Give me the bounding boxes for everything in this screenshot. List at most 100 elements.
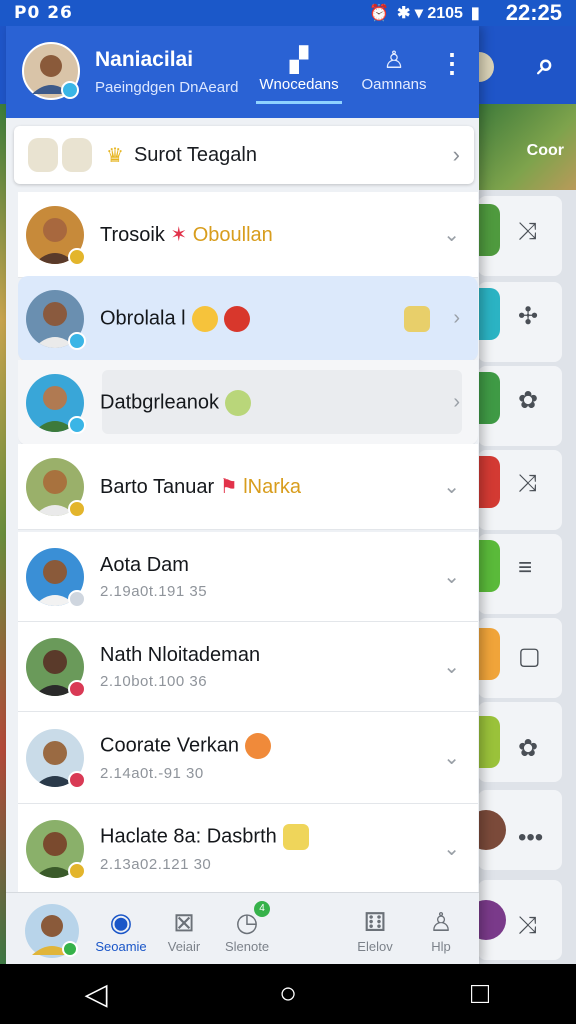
status-badge	[68, 331, 86, 350]
crown-icon: ♛	[106, 144, 124, 167]
dice-icon: ⚅	[363, 907, 387, 937]
status-time: 22:25	[505, 0, 562, 25]
contact-row[interactable]: Nath Nloitademan 2.10bot.100 36 ⌄	[18, 622, 478, 712]
battery-icon: ▮	[470, 5, 480, 22]
apple-emoji-icon	[223, 305, 250, 332]
profile-avatar[interactable]	[22, 42, 80, 100]
gamepad-icon[interactable]: ✣	[518, 302, 538, 331]
signal-indicators: ✱ ▾ 2105	[396, 5, 463, 22]
search-icon[interactable]: ⌕	[537, 48, 554, 82]
back-icon[interactable]: ◁	[66, 977, 126, 1012]
smile-emoji-icon	[244, 733, 271, 759]
star-icon: ✶	[170, 224, 188, 246]
contact-row[interactable]: Coorate Verkan 2.14a0t.-91 30 ⌄	[18, 712, 478, 804]
drawer-header: Naniacilai Paeingdgen DnAeard ▞ Wnocedan…	[6, 26, 479, 118]
contact-text: Coorate Verkan 2.14a0t.-91 30	[100, 733, 271, 782]
nav-hlp[interactable]: ♙ Hlp	[406, 907, 476, 954]
tab-label: Oamnans	[361, 76, 427, 93]
sticker-icon	[282, 824, 309, 850]
contact-meta: 2.14a0t.-91 30	[100, 765, 204, 782]
smile-emoji-icon	[191, 305, 218, 332]
profile-subtitle: Paeingdgen DnAeard	[95, 79, 239, 96]
status-indicators: ⏰ ✱ ▾ 2105 ▮ 22:25	[369, 0, 562, 26]
more-vertical-icon[interactable]: ⋮	[439, 48, 465, 79]
contact-text: Aota Dam 2.19a0t.191 35	[100, 554, 207, 600]
menu-icon[interactable]: ≡	[518, 554, 532, 582]
chevron-right-icon[interactable]: ›	[453, 391, 460, 414]
contact-name: Trosoik ✶ Oboullan	[100, 224, 273, 246]
shuffle-icon[interactable]: ⤨	[518, 912, 537, 940]
contact-text: Datbgrleanok	[100, 389, 251, 416]
contact-text: Obrolala l	[100, 305, 250, 332]
chevron-down-icon[interactable]: ⌄	[443, 474, 460, 499]
contact-name: Aota Dam	[100, 553, 189, 576]
nav-label: Hlp	[431, 939, 451, 954]
contacts-icon: ♙	[383, 47, 405, 74]
shuffle-icon[interactable]: ⤨	[518, 218, 537, 246]
nav-label: Veiair	[167, 939, 201, 954]
tab-label: Wnocedans	[259, 76, 339, 93]
avatar	[26, 289, 86, 350]
tab-oamnans[interactable]: ♙ Oamnans	[358, 46, 430, 93]
more-icon[interactable]: •••	[518, 824, 543, 852]
status-bar: P0 26 ⏰ ✱ ▾ 2105 ▮ 22:25	[0, 0, 576, 26]
home-icon[interactable]: ○	[258, 977, 318, 1011]
nav-veiair[interactable]: ⊠ Veiair	[149, 907, 219, 954]
screen: P0 26 ⏰ ✱ ▾ 2105 ▮ 22:25 ⌕ Coor ⤨ ✣ ✿ ⤨ …	[0, 0, 576, 1024]
cat-sticker-icon	[404, 305, 430, 332]
contact-text: Haclate 8a: Dasbrth 2.13a02.121 30	[100, 824, 309, 873]
avatar	[26, 637, 86, 698]
sticker-icon	[28, 138, 58, 172]
avatar	[26, 457, 86, 518]
status-badge	[68, 861, 86, 880]
avatar	[26, 819, 86, 880]
sticker-group	[28, 138, 92, 172]
avatar	[26, 728, 86, 789]
nav-label: Slenote	[224, 939, 270, 954]
contact-row[interactable]: Aota Dam 2.19a0t.191 35 ⌄	[18, 532, 478, 622]
chevron-right-icon: ›	[452, 142, 460, 167]
profile-name: Naniacilai	[95, 48, 194, 71]
shuffle-icon[interactable]: ⤨	[518, 470, 537, 498]
notification-badge: 4	[254, 901, 270, 917]
chevron-right-icon[interactable]: ›	[453, 307, 460, 330]
chevron-down-icon[interactable]: ⌄	[443, 836, 460, 861]
status-left-text: P0 26	[14, 3, 73, 23]
chevron-down-icon[interactable]: ⌄	[443, 564, 460, 589]
contact-row[interactable]: Barto Tanuar ⚑ lNarka ⌄	[18, 444, 478, 530]
background-banner: Coor	[478, 104, 576, 190]
sticker-icon	[62, 138, 92, 172]
promo-banner[interactable]: ♛ Surot Teagaln ›	[14, 126, 474, 184]
face-emoji-icon	[224, 389, 251, 416]
box-icon: ⊠	[173, 907, 195, 937]
nav-elelov[interactable]: ⚅ Elelov	[340, 907, 410, 954]
avatar	[26, 373, 86, 434]
status-badge	[68, 415, 86, 434]
contact-name: Datbgrleanok	[100, 389, 251, 416]
pin-icon: ▞	[289, 47, 309, 74]
tab-wnocedans[interactable]: ▞ Wnocedans	[256, 46, 342, 104]
gear-icon[interactable]: ✿	[518, 386, 538, 415]
contact-row[interactable]: Datbgrleanok ›	[18, 360, 478, 446]
contact-row[interactable]: Obrolala l ›	[18, 276, 478, 362]
contact-row[interactable]: Haclate 8a: Dasbrth 2.13a02.121 30 ⌄	[18, 804, 478, 894]
chevron-down-icon[interactable]: ⌄	[443, 222, 460, 247]
status-badge	[68, 499, 86, 518]
status-badge	[68, 770, 86, 789]
contact-text: Barto Tanuar ⚑ lNarka	[100, 474, 301, 499]
contact-meta: 2.10bot.100 36	[100, 672, 208, 690]
my-avatar[interactable]	[24, 903, 80, 959]
avatar	[26, 547, 86, 608]
recents-icon[interactable]: □	[450, 977, 510, 1011]
status-badge	[68, 679, 86, 698]
chevron-down-icon[interactable]: ⌄	[443, 745, 460, 770]
contact-text: Trosoik ✶ Oboullan	[100, 222, 273, 247]
contact-name: Coorate Verkan	[100, 733, 271, 759]
contact-row[interactable]: Trosoik ✶ Oboullan ⌄	[18, 192, 478, 278]
nav-slenote[interactable]: ◷ 4 Slenote	[212, 901, 282, 954]
contact-name: Haclate 8a: Dasbrth	[100, 824, 309, 850]
gear-icon[interactable]: ✿	[518, 734, 538, 763]
square-icon[interactable]: ▢	[518, 642, 541, 671]
nav-seoamie[interactable]: ◉ Seoamie	[86, 907, 156, 954]
chevron-down-icon[interactable]: ⌄	[443, 654, 460, 679]
